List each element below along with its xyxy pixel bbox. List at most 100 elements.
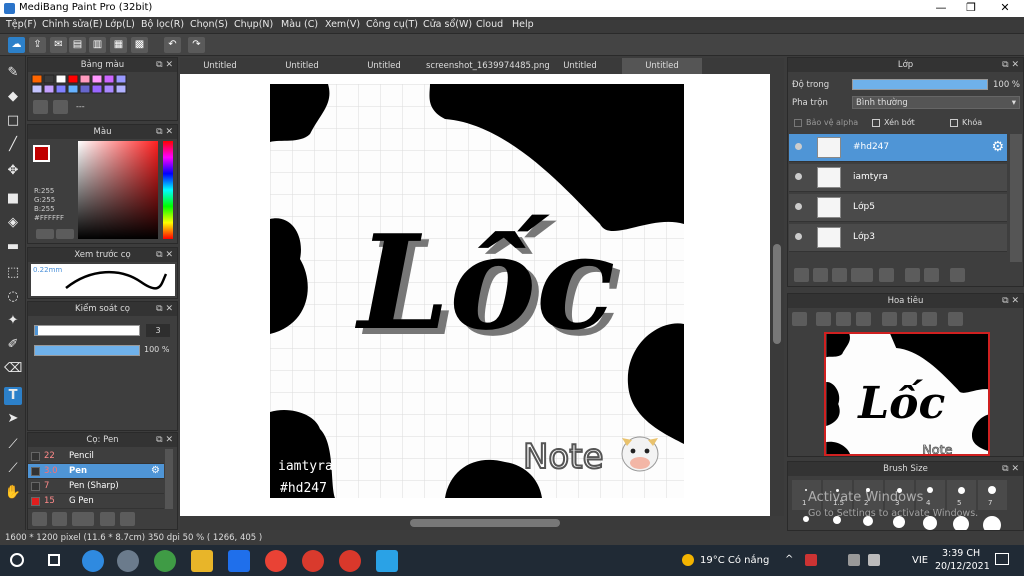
rotate-left-icon[interactable]: [882, 312, 897, 326]
network-icon[interactable]: [848, 554, 860, 566]
language-indicator[interactable]: VIE: [912, 555, 928, 566]
clip-checkbox[interactable]: [872, 119, 880, 127]
close-button[interactable]: ✕: [990, 0, 1020, 17]
tab-screenshot[interactable]: screenshot_1639974485.png: [426, 58, 550, 74]
brush-copy-icon[interactable]: [120, 512, 135, 526]
brush-size-value[interactable]: 3: [146, 324, 170, 337]
palette-swatch[interactable]: [103, 84, 115, 94]
bucket-tool-icon[interactable]: ◈: [4, 214, 22, 232]
brush-add-icon[interactable]: [32, 512, 47, 526]
fill-rect-tool-icon[interactable]: ■: [4, 190, 22, 208]
layer-row[interactable]: Lớp3: [789, 224, 1007, 252]
brush-size-cell[interactable]: 5: [947, 480, 976, 510]
panel-close-icon[interactable]: ⧉ ✕: [156, 433, 173, 447]
brush-tool-icon[interactable]: ✎: [4, 64, 22, 82]
palette-swatch[interactable]: [91, 84, 103, 94]
palette-swatch[interactable]: [115, 84, 127, 94]
palette-swatch[interactable]: [79, 74, 91, 84]
brush-list-item[interactable]: 15 G Pen: [28, 494, 164, 509]
undo-icon[interactable]: ↶: [164, 37, 181, 53]
menu-filter[interactable]: Bộ lọc(R): [141, 19, 184, 30]
zoom-out-icon[interactable]: [856, 312, 871, 326]
palette-swatch[interactable]: [67, 74, 79, 84]
menu-tools[interactable]: Công cụ(T): [366, 19, 418, 30]
flip-icon[interactable]: [948, 312, 963, 326]
chat-icon[interactable]: ✉: [50, 37, 67, 53]
panel-close-icon[interactable]: ⧉ ✕: [1002, 294, 1019, 308]
minimize-button[interactable]: —: [926, 0, 956, 17]
redo-icon[interactable]: ↷: [188, 37, 205, 53]
maximize-button[interactable]: ❐: [956, 0, 986, 17]
upload-icon[interactable]: ⇪: [29, 37, 46, 53]
eye-icon[interactable]: [795, 203, 802, 210]
fit-icon[interactable]: [836, 312, 851, 326]
move-tool-icon[interactable]: ✥: [4, 162, 22, 180]
palette-swatch[interactable]: [103, 74, 115, 84]
delete-palette-icon[interactable]: [53, 100, 68, 114]
panel-close-icon[interactable]: ⧉ ✕: [1002, 58, 1019, 72]
new-layer-copy-icon[interactable]: [813, 268, 828, 282]
clock-time[interactable]: 3:39 CH: [942, 548, 980, 559]
chrome3-icon[interactable]: [339, 550, 361, 572]
panel-close-icon[interactable]: ⧉ ✕: [1002, 462, 1019, 476]
brush-size-slider[interactable]: [34, 325, 140, 336]
tab-untitled-3[interactable]: Untitled: [344, 58, 424, 74]
menu-cloud[interactable]: Cloud: [476, 19, 503, 30]
brush-menu-icon[interactable]: [72, 512, 94, 526]
palette-swatches[interactable]: [29, 73, 159, 95]
brush-list-scrollbar[interactable]: [165, 449, 173, 509]
zoom-in2-icon[interactable]: [816, 312, 831, 326]
divide-tool-icon[interactable]: ⟋: [4, 460, 22, 478]
chrome2-icon[interactable]: [302, 550, 324, 572]
folder-icon[interactable]: [191, 550, 213, 572]
tab-untitled-2[interactable]: Untitled: [262, 58, 342, 74]
layer-list-scrollbar[interactable]: [1010, 134, 1022, 262]
brush-size-cell[interactable]: 7: [978, 480, 1007, 510]
lock-checkbox[interactable]: [950, 119, 958, 127]
color-option-icon[interactable]: [36, 229, 54, 239]
document-icon[interactable]: ▥: [89, 37, 106, 53]
merge-layer-icon[interactable]: [924, 268, 939, 282]
primary-color-swatch[interactable]: [33, 145, 50, 162]
tab-untitled-1[interactable]: Untitled: [180, 58, 260, 74]
duplicate-layer-icon[interactable]: [905, 268, 920, 282]
protect-alpha-checkbox[interactable]: [794, 119, 802, 127]
artwork[interactable]: Lốc Lốc iamtyra #hd247 Note: [270, 84, 684, 498]
edge-icon[interactable]: [82, 550, 104, 572]
select-eraser-tool-icon[interactable]: ⌫: [4, 360, 22, 378]
tab-untitled-6[interactable]: Untitled: [622, 58, 702, 74]
search-icon[interactable]: [10, 553, 24, 567]
medibang-icon[interactable]: [376, 550, 398, 572]
select-rect-tool-icon[interactable]: ⬚: [4, 264, 22, 282]
task-view-icon[interactable]: [48, 554, 60, 566]
menu-layer[interactable]: Lớp(L): [105, 19, 135, 30]
brush-folder-icon[interactable]: [100, 512, 115, 526]
panel-close-icon[interactable]: ⧉ ✕: [156, 248, 173, 262]
grid-icon[interactable]: ▦: [110, 37, 127, 53]
brush-list-item[interactable]: 3.0 Pen ⚙: [28, 464, 164, 479]
line-tool-icon[interactable]: ╱: [4, 136, 22, 154]
layer-menu-icon[interactable]: [851, 268, 873, 282]
chrome-icon[interactable]: [265, 550, 287, 572]
gradient-tool-icon[interactable]: ▬: [4, 238, 22, 256]
tab-untitled-5[interactable]: Untitled: [540, 58, 620, 74]
palette-swatch[interactable]: [91, 74, 103, 84]
menu-help[interactable]: Help: [512, 19, 534, 30]
panel-close-icon[interactable]: ⧉ ✕: [156, 125, 173, 139]
reset-view-icon[interactable]: [902, 312, 917, 326]
brush-size-dot-large[interactable]: [983, 516, 1001, 530]
notification-icon[interactable]: [995, 553, 1009, 565]
menu-color[interactable]: Màu (C): [281, 19, 318, 30]
color-option2-icon[interactable]: [56, 229, 74, 239]
palette-swatch[interactable]: [31, 74, 43, 84]
panel-close-icon[interactable]: ⧉ ✕: [156, 302, 173, 316]
zalo-icon[interactable]: [228, 550, 250, 572]
tray-overflow-icon[interactable]: ^: [785, 554, 793, 565]
palette-swatch[interactable]: [79, 84, 91, 94]
new-layer-8bit-icon[interactable]: [832, 268, 847, 282]
lasso-tool-icon[interactable]: ◌: [4, 288, 22, 306]
delete-layer-icon[interactable]: [950, 268, 965, 282]
menu-select[interactable]: Chọn(S): [190, 19, 228, 30]
select-pen-tool-icon[interactable]: ✐: [4, 336, 22, 354]
saturation-picker[interactable]: [78, 141, 158, 239]
